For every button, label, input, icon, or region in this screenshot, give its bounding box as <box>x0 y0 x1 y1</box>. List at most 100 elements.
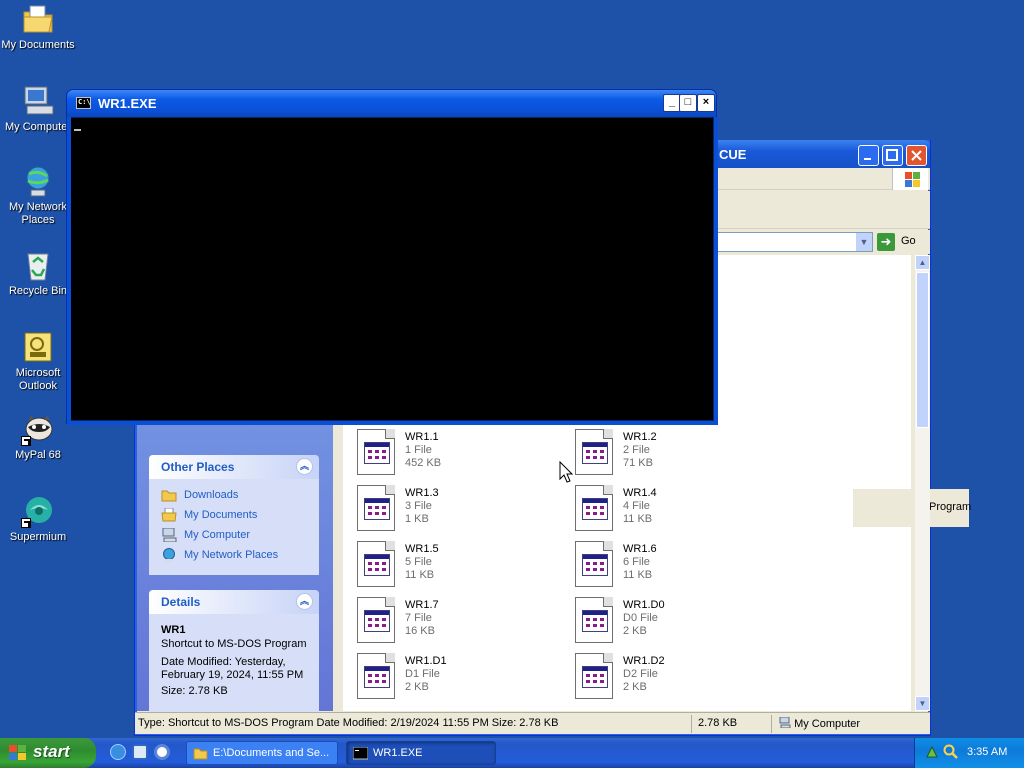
place-link-my-computer[interactable]: My Computer <box>161 527 309 547</box>
file-item[interactable]: WR1.5 5 File 11 KB <box>357 541 557 589</box>
maximize-button[interactable]: □ <box>679 94 697 112</box>
file-item[interactable]: WR1.2 2 File 71 KB <box>575 429 775 477</box>
go-label: Go <box>901 235 916 247</box>
close-button[interactable]: × <box>697 94 715 112</box>
vertical-scrollbar[interactable]: ▲ ▼ <box>915 255 930 711</box>
desktop-icon-label: My Network Places <box>8 201 68 226</box>
details-date-modified: Date Modified: Yesterday, February 19, 2… <box>161 656 304 681</box>
file-item[interactable]: WR1.6 6 File 11 KB <box>575 541 775 589</box>
desktop: My Documents My Computer My Network Plac… <box>0 0 1024 738</box>
place-link-my-documents[interactable]: My Documents <box>161 507 309 527</box>
place-label: My Documents <box>184 509 258 521</box>
file-type: D1 File <box>405 668 440 680</box>
supermium-icon <box>21 494 55 528</box>
file-type: D0 File <box>623 612 658 624</box>
desktop-icon-microsoft-outlook[interactable]: Microsoft Outlook <box>0 330 76 393</box>
file-type: D2 File <box>623 668 658 680</box>
details-file-type: Shortcut to MS-DOS Program <box>161 638 307 650</box>
scroll-thumb[interactable] <box>916 272 929 428</box>
status-description: Type: Shortcut to MS-DOS Program Date Mo… <box>138 717 559 729</box>
file-item[interactable]: WR1.3 3 File 1 KB <box>357 485 557 533</box>
file-size: 11 KB <box>623 513 653 525</box>
console-icon <box>352 746 369 760</box>
taskbar-item-label: E:\Documents and Se... <box>213 747 330 759</box>
file-size: 1 KB <box>405 513 429 525</box>
file-item[interactable]: WR1.D1 D1 File 2 KB <box>357 653 557 701</box>
desktop-icon-mypal[interactable]: MyPal 68 <box>0 412 76 462</box>
system-tray: 3:35 AM <box>914 738 1024 768</box>
desktop-icon-my-network-places[interactable]: My Network Places <box>0 164 76 227</box>
desktop-icon-label: My Computer <box>4 121 72 133</box>
network-globe-icon <box>161 548 177 562</box>
file-size: 11 KB <box>405 569 435 581</box>
taskbar-item-wr1[interactable]: WR1.EXE <box>346 741 496 765</box>
network-globe-icon <box>21 164 55 198</box>
documents-folder-icon <box>161 507 177 522</box>
file-item[interactable]: WR1.1 1 File 452 KB <box>357 429 557 477</box>
file-icon <box>575 653 613 699</box>
file-item[interactable]: WR1.7 7 File 16 KB <box>357 597 557 645</box>
minimize-button[interactable] <box>858 145 879 166</box>
search-tray-icon[interactable] <box>943 744 959 763</box>
show-desktop-icon[interactable] <box>132 744 148 760</box>
recycle-bin-icon <box>21 248 55 282</box>
file-name: WR1.3 <box>405 487 439 499</box>
chevron-down-icon[interactable]: ▼ <box>856 233 872 251</box>
internet-explorer-icon[interactable] <box>110 744 126 760</box>
file-name: WR1.D0 <box>623 599 665 611</box>
file-name: WR1.7 <box>405 599 439 611</box>
file-icon <box>575 541 613 587</box>
scroll-up-icon[interactable]: ▲ <box>915 255 930 270</box>
desktop-icon-label: MyPal 68 <box>15 449 61 461</box>
file-name: WR1.4 <box>623 487 657 499</box>
start-button[interactable]: start <box>0 738 96 768</box>
file-item[interactable]: WR1.4 4 File 11 KB <box>575 485 775 533</box>
close-button[interactable] <box>906 145 927 166</box>
file-type: 1 File <box>405 444 432 456</box>
file-size: 2 KB <box>623 625 647 637</box>
file-icon <box>575 485 613 531</box>
go-button[interactable]: ➜ Go <box>877 233 927 251</box>
raccoon-icon <box>21 412 55 446</box>
program-tile[interactable]: Program <box>853 489 971 527</box>
console-output[interactable] <box>71 118 713 420</box>
place-link-my-network-places[interactable]: My Network Places <box>161 547 309 567</box>
file-icon <box>357 485 395 531</box>
taskbar-item-explorer[interactable]: E:\Documents and Se... <box>186 741 338 765</box>
file-name: WR1.D1 <box>405 655 447 667</box>
cmd-titlebar[interactable]: C:\ WR1.EXE _ □ × <box>67 90 716 117</box>
desktop-icon-my-computer[interactable]: My Computer <box>0 84 76 134</box>
file-type: 7 File <box>405 612 432 624</box>
cmd-window[interactable]: C:\ WR1.EXE _ □ × <box>66 89 718 425</box>
desktop-icon-supermium[interactable]: Supermium <box>0 494 76 544</box>
collapse-chevron-icon[interactable]: ︽ <box>296 593 313 610</box>
status-size: 2.78 KB <box>698 717 738 729</box>
file-name: WR1.6 <box>623 543 657 555</box>
file-icon <box>357 597 395 643</box>
collapse-chevron-icon[interactable]: ︽ <box>296 458 313 475</box>
windows-logo-icon <box>892 168 928 190</box>
file-item[interactable]: WR1.D2 D2 File 2 KB <box>575 653 775 701</box>
details-header[interactable]: Details ︽ <box>149 590 319 614</box>
file-item[interactable]: WR1.D0 D0 File 2 KB <box>575 597 775 645</box>
file-name: WR1.D2 <box>623 655 665 667</box>
desktop-icon-label: Microsoft Outlook <box>15 367 61 392</box>
address-input[interactable]: ▼ <box>715 232 873 252</box>
desktop-icon-recycle-bin[interactable]: Recycle Bin <box>0 248 76 298</box>
status-zone-label: My Computer <box>794 718 861 730</box>
network-tray-icon[interactable] <box>925 745 939 762</box>
other-places-header[interactable]: Other Places ︽ <box>149 455 319 479</box>
clock: 3:35 AM <box>967 746 1008 758</box>
desktop-icon-my-documents[interactable]: My Documents <box>0 2 76 52</box>
file-icon <box>357 429 395 475</box>
other-places-panel: Other Places ︽ Downloads My Documents My… <box>149 455 319 575</box>
place-link-downloads[interactable]: Downloads <box>161 487 309 507</box>
scroll-down-icon[interactable]: ▼ <box>915 696 930 711</box>
shortcut-arrow-icon <box>21 518 31 528</box>
folder-icon <box>161 488 177 502</box>
taskbar-item-label: WR1.EXE <box>373 747 423 759</box>
details-file-name: WR1 <box>161 624 186 636</box>
computer-icon <box>161 527 177 543</box>
media-player-icon[interactable] <box>154 744 170 760</box>
maximize-button[interactable] <box>882 145 903 166</box>
